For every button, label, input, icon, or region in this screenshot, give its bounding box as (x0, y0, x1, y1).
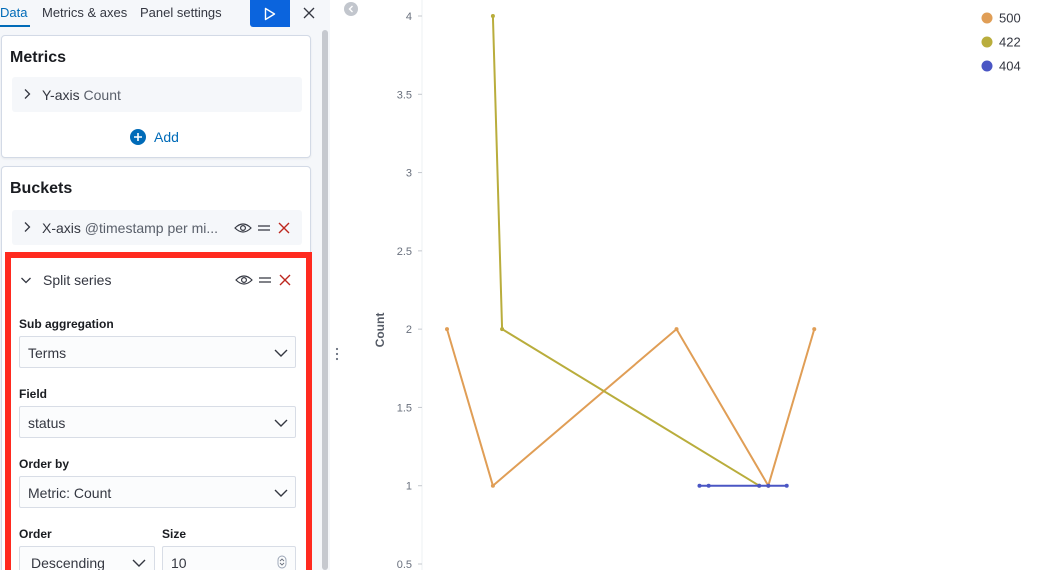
metrics-title: Metrics (10, 49, 67, 66)
data-point[interactable] (812, 327, 817, 332)
y-tick-label: 0.5 (397, 559, 412, 570)
eye-icon[interactable] (234, 221, 252, 235)
drag-handle-icon[interactable] (256, 273, 274, 287)
chevron-right-icon[interactable] (21, 221, 33, 233)
bucket-axis-name: X-axis (42, 220, 81, 236)
series-422 (490, 14, 762, 488)
chevron-down-icon (274, 419, 288, 427)
chevron-left-icon (348, 5, 353, 13)
legend-swatch (981, 36, 993, 48)
line-chart: 0.5 1 1.5 2 2.5 3 3.5 4 Count 500 422 404 (373, 0, 1021, 570)
order-by-select[interactable]: Metric: Count (19, 476, 296, 508)
legend-label: 422 (999, 35, 1021, 50)
sidebar-scrollbar[interactable] (320, 28, 330, 570)
data-point[interactable] (445, 327, 449, 332)
y-tick-label: 2 (406, 324, 412, 336)
editor-tabs: Data Metrics & axes Panel settings (0, 0, 330, 28)
data-point[interactable] (500, 327, 505, 332)
legend-item-422[interactable]: 422 (981, 35, 1021, 50)
metric-y-axis-row[interactable]: Y-axis Count (12, 77, 302, 112)
data-point[interactable] (706, 483, 711, 488)
data-point[interactable] (490, 14, 495, 18)
close-icon (303, 7, 315, 19)
data-point[interactable] (757, 483, 762, 488)
drag-handle-icon[interactable] (255, 221, 273, 235)
size-number-input[interactable]: 10 (162, 546, 296, 570)
size-value: 10 (171, 555, 187, 570)
metrics-panel: Metrics Y-axis Count Add (1, 35, 311, 158)
buckets-title: Buckets (10, 180, 73, 197)
chevron-down-icon[interactable] (20, 274, 32, 286)
panel-resizer (330, 0, 366, 570)
tab-panel-settings[interactable]: Panel settings (140, 5, 222, 21)
remove-icon[interactable] (276, 273, 294, 287)
y-tick-label: 1 (406, 481, 412, 493)
legend-label: 404 (999, 59, 1021, 74)
y-tick-label: 4 (406, 11, 412, 23)
tab-data[interactable]: Data (0, 5, 27, 21)
sub-aggregation-select[interactable]: Terms (19, 336, 296, 368)
y-axis-title: Count (373, 313, 387, 348)
add-metric-label: Add (154, 129, 179, 145)
order-label: Order (19, 527, 52, 541)
metric-aggregation-label: Count (83, 87, 121, 103)
editor-sidebar: Data Metrics & axes Panel settings Metri… (0, 0, 330, 570)
add-metric-button[interactable]: Add (130, 128, 179, 146)
plus-in-circle-icon (130, 129, 146, 145)
active-tab-indicator (0, 25, 30, 27)
data-point[interactable] (674, 327, 679, 332)
bucket-aggregation-label: @timestamp per mi... (84, 220, 219, 236)
order-by-value: Metric: Count (28, 485, 112, 501)
legend-label: 500 (999, 11, 1021, 26)
split-series-config: Split series Sub aggregation Terms Field… (5, 252, 312, 570)
data-point[interactable] (697, 483, 702, 488)
chart-legend: 500 422 404 (981, 11, 1021, 74)
collapse-sidebar-button[interactable] (344, 2, 358, 16)
y-tick-label: 3.5 (397, 89, 412, 101)
buckets-panel: Buckets X-axis @timestamp per mi... Spli… (1, 166, 312, 570)
order-select[interactable]: Descending (19, 546, 155, 570)
series-layer (445, 14, 817, 489)
sub-aggregation-label: Sub aggregation (19, 317, 114, 331)
series-line-422[interactable] (491, 15, 760, 487)
data-point[interactable] (490, 483, 495, 488)
chevron-down-icon (132, 559, 146, 567)
field-select[interactable]: status (19, 406, 296, 438)
legend-item-404[interactable]: 404 (981, 59, 1021, 74)
order-by-label: Order by (19, 457, 70, 471)
legend-swatch (981, 12, 993, 24)
bucket-x-axis-row[interactable]: X-axis @timestamp per mi... (12, 210, 302, 245)
legend-item-500[interactable]: 500 (981, 11, 1021, 26)
field-label: Field (19, 387, 48, 401)
metric-axis-name: Y-axis (42, 87, 80, 103)
y-tick-label: 1.5 (397, 402, 412, 414)
y-tick-label: 3 (406, 168, 412, 180)
chevron-right-icon[interactable] (21, 88, 33, 100)
close-editor-button[interactable] (298, 3, 320, 23)
y-axis-ticks: 0.5 1 1.5 2 2.5 3 3.5 4 (397, 11, 422, 570)
tab-metrics-axes[interactable]: Metrics & axes (42, 5, 127, 21)
size-label: Size (162, 527, 187, 541)
chevron-down-icon (274, 489, 288, 497)
eye-icon[interactable] (235, 273, 253, 287)
series-404 (697, 483, 789, 488)
stepper-icon[interactable] (277, 555, 287, 569)
split-series-title: Split series (43, 272, 112, 288)
field-value: status (28, 415, 66, 431)
data-point[interactable] (766, 483, 771, 488)
play-icon (264, 7, 276, 20)
legend-swatch (981, 60, 993, 72)
order-value: Descending (31, 555, 105, 570)
remove-icon[interactable] (275, 221, 293, 235)
data-point[interactable] (784, 483, 789, 488)
sidebar-scrollbar-thumb[interactable] (322, 30, 328, 570)
y-tick-label: 2.5 (397, 246, 412, 258)
chevron-down-icon (274, 349, 288, 357)
apply-changes-button[interactable] (250, 0, 290, 27)
sub-aggregation-value: Terms (28, 345, 67, 361)
resize-grip-icon[interactable] (335, 347, 339, 361)
